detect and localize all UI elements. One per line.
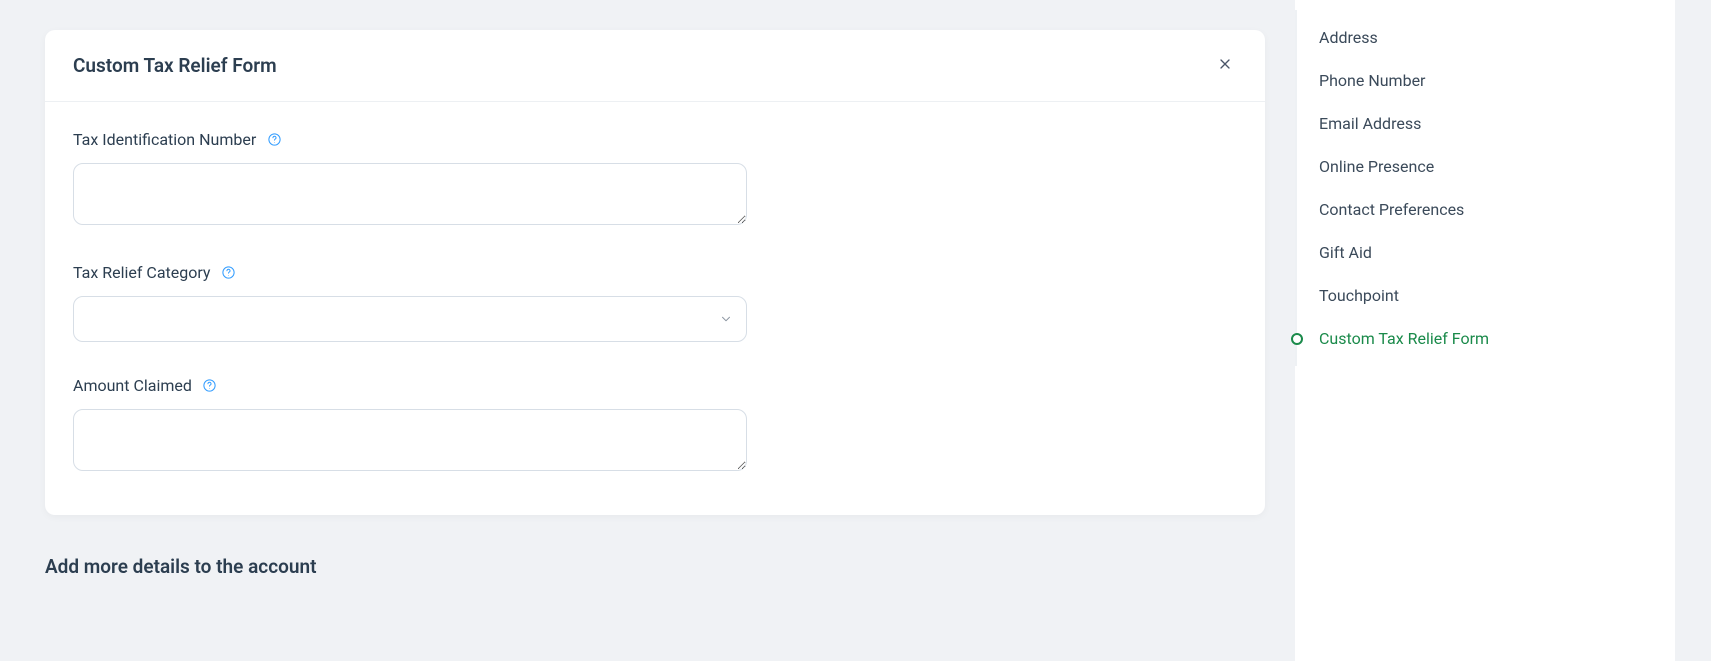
help-icon[interactable]: [266, 132, 282, 148]
select-wrapper: [73, 296, 747, 342]
sidebar-item-label: Online Presence: [1319, 157, 1434, 176]
close-button[interactable]: [1213, 52, 1237, 79]
tax-id-number-input[interactable]: [73, 163, 747, 225]
amount-claimed-input[interactable]: [73, 409, 747, 471]
anchor-nav: Address Phone Number Email Address Online P…: [1295, 10, 1675, 366]
sidebar-item[interactable]: Gift Aid: [1297, 231, 1675, 274]
sidebar-item[interactable]: Online Presence: [1297, 145, 1675, 188]
tax-relief-category-select[interactable]: [73, 296, 747, 342]
section-heading: Add more details to the account: [45, 555, 1265, 578]
sidebar-item-label: Phone Number: [1319, 71, 1425, 90]
field-amount-claimed: Amount Claimed: [73, 376, 1237, 475]
field-tax-relief-category: Tax Relief Category: [73, 263, 1237, 342]
sidebar-item-label: Custom Tax Relief Form: [1319, 329, 1489, 348]
sidebar-item[interactable]: Email Address: [1297, 102, 1675, 145]
field-label: Amount Claimed: [73, 376, 192, 395]
card-body: Tax Identification Number Tax Relief Cat…: [45, 102, 1265, 515]
help-icon[interactable]: [221, 265, 237, 281]
sidebar-item-label: Touchpoint: [1319, 286, 1399, 305]
sidebar-item[interactable]: Phone Number: [1297, 59, 1675, 102]
sidebar-item[interactable]: Address: [1297, 16, 1675, 59]
sidebar-item-label: Address: [1319, 28, 1378, 47]
field-tax-id-number: Tax Identification Number: [73, 130, 1237, 229]
field-label: Tax Relief Category: [73, 263, 211, 282]
page-layout: Custom Tax Relief Form Tax Identificatio…: [0, 0, 1711, 661]
main-column: Custom Tax Relief Form Tax Identificatio…: [15, 0, 1295, 661]
sidebar-item-label: Contact Preferences: [1319, 200, 1464, 219]
sidebar-item-label: Gift Aid: [1319, 243, 1372, 262]
sidebar-item[interactable]: Contact Preferences: [1297, 188, 1675, 231]
form-card: Custom Tax Relief Form Tax Identificatio…: [45, 30, 1265, 515]
sidebar-item[interactable]: Touchpoint: [1297, 274, 1675, 317]
card-title: Custom Tax Relief Form: [73, 54, 277, 77]
close-icon: [1217, 56, 1233, 75]
sidebar-item-label: Email Address: [1319, 114, 1421, 133]
sidebar-item[interactable]: Custom Tax Relief Form: [1297, 317, 1675, 360]
sidebar-column: Address Phone Number Email Address Online P…: [1295, 0, 1675, 661]
field-label: Tax Identification Number: [73, 130, 256, 149]
help-icon[interactable]: [202, 378, 218, 394]
card-header: Custom Tax Relief Form: [45, 30, 1265, 102]
field-label-row: Tax Identification Number: [73, 130, 1237, 149]
field-label-row: Amount Claimed: [73, 376, 1237, 395]
field-label-row: Tax Relief Category: [73, 263, 1237, 282]
